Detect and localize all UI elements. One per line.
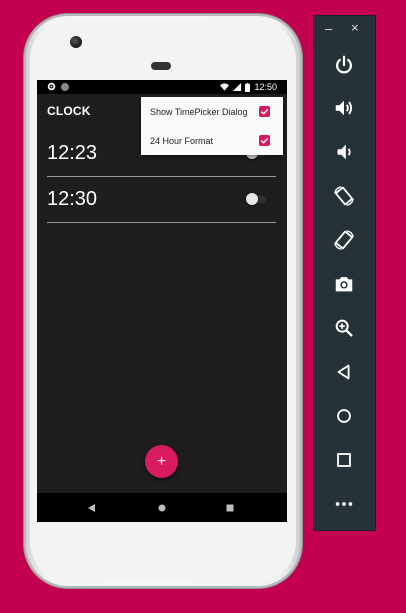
earpiece-speaker [151, 62, 171, 70]
back-button[interactable] [332, 360, 356, 384]
app-title: CLOCK [47, 104, 91, 118]
timepicker-dialog-checkbox[interactable] [259, 106, 270, 117]
alarm-time[interactable]: 12:23 [47, 142, 97, 165]
rotate-right-icon [334, 230, 354, 250]
toolbar-header: – × [314, 16, 375, 44]
overview-button[interactable] [332, 448, 356, 472]
add-alarm-button[interactable]: + [145, 445, 178, 478]
back-triangle-icon [88, 504, 95, 512]
24-hour-format-checkbox[interactable] [259, 135, 270, 146]
nav-home-button[interactable] [156, 502, 168, 514]
alarm-toggle[interactable] [246, 193, 268, 205]
minimize-button[interactable]: – [325, 21, 332, 36]
back-icon [337, 364, 350, 380]
home-circle-icon [158, 504, 166, 512]
more-button[interactable] [332, 492, 356, 516]
volume-down-button[interactable] [332, 140, 356, 164]
status-time: 12:50 [254, 82, 277, 92]
volume-down-icon [337, 144, 351, 160]
volume-up-icon [335, 100, 353, 116]
screenshot-button[interactable] [332, 272, 356, 296]
navigation-bar [37, 493, 287, 522]
switch-thumb [246, 193, 258, 205]
wifi-icon [220, 83, 230, 91]
battery-icon [245, 82, 251, 92]
zoom-button[interactable] [332, 316, 356, 340]
menu-item-24-hour-format[interactable]: 24 Hour Format [141, 126, 283, 155]
overview-icon [337, 453, 351, 467]
menu-item-label: Show TimePicker Dialog [150, 106, 248, 117]
power-button[interactable] [332, 53, 356, 77]
checkmark-icon [260, 108, 269, 115]
signal-icon [233, 83, 242, 91]
power-icon [336, 55, 352, 74]
home-icon [337, 409, 351, 423]
emulator-window: 12:50 CLOCK 12:23 12:30 Show TimePicker … [0, 0, 406, 613]
recents-square-icon [226, 504, 234, 512]
more-icon [335, 502, 353, 506]
zoom-icon [335, 319, 353, 337]
status-bar: 12:50 [37, 80, 287, 94]
settings-notification-icon [47, 82, 56, 91]
alarm-time[interactable]: 12:30 [47, 188, 97, 211]
notification-dot-icon [61, 82, 69, 91]
front-camera [70, 36, 82, 48]
rotate-left-button[interactable] [332, 184, 356, 208]
volume-up-button[interactable] [332, 96, 356, 120]
overflow-menu: Show TimePicker Dialog 24 Hour Format [141, 97, 283, 155]
alarm-row[interactable]: 12:30 [47, 176, 276, 223]
checkmark-icon [260, 137, 269, 144]
nav-back-button[interactable] [86, 502, 98, 514]
rotate-right-button[interactable] [332, 228, 356, 252]
nav-recents-button[interactable] [224, 502, 236, 514]
home-button[interactable] [332, 404, 356, 428]
device-screen: 12:50 CLOCK 12:23 12:30 Show TimePicker … [37, 80, 287, 522]
menu-item-timepicker-dialog[interactable]: Show TimePicker Dialog [141, 97, 283, 126]
close-button[interactable]: × [351, 20, 359, 35]
menu-item-label: 24 Hour Format [150, 135, 214, 146]
rotate-left-icon [334, 186, 354, 206]
emulator-toolbar: – × [313, 15, 376, 531]
camera-icon [335, 277, 353, 292]
